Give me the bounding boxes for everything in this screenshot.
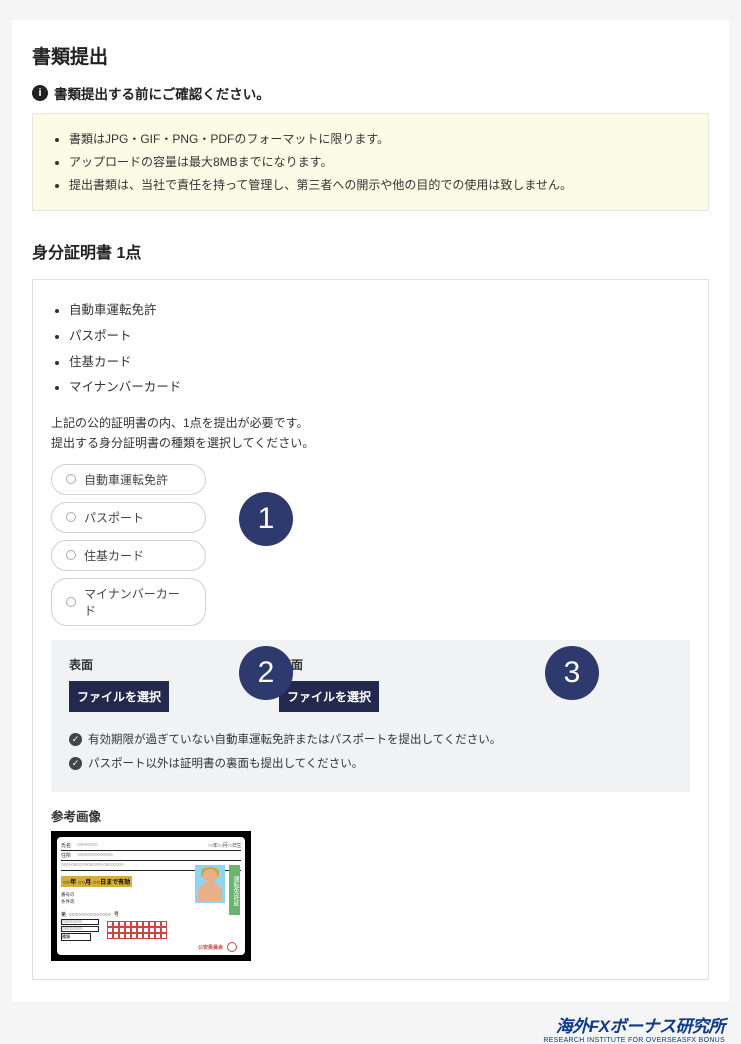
license-grid <box>107 921 177 941</box>
check-notes: ✓ 有効期限が過ぎていない自動車運転免許またはパスポートを提出してください。 ✓… <box>69 728 672 776</box>
info-icon: i <box>32 85 48 101</box>
radio-label: 住基カード <box>84 547 144 564</box>
check-icon: ✓ <box>69 733 82 746</box>
notice-item: 書類はJPG・GIF・PNG・PDFのフォーマットに限ります。 <box>69 128 688 151</box>
radio-icon <box>66 597 76 607</box>
radio-label: マイナンバーカード <box>84 585 191 619</box>
license-stamp-circle <box>227 942 237 952</box>
license-photo <box>195 865 225 903</box>
upload-front-label: 表面 <box>69 656 169 673</box>
notice-box: 書類はJPG・GIF・PNG・PDFのフォーマットに限ります。 アップロードの容… <box>32 113 709 211</box>
license-stamp-text: 公安委員会 <box>198 944 223 951</box>
radio-option-license[interactable]: 自動車運転免許 <box>51 464 206 495</box>
radio-icon <box>66 512 76 522</box>
license-card-sample: 氏名○○○○○○○○○○年○○月○○日生 住所○○○○○○○○○○○○○○ ○○… <box>57 837 245 955</box>
upload-front-col: 表面 ファイルを選択 <box>69 656 169 712</box>
check-icon: ✓ <box>69 757 82 770</box>
license-gold-stripe: ○○年 ○○月 ○○日まで有効 <box>61 876 132 887</box>
id-section-title: 身分証明書 1点 <box>32 239 709 263</box>
upload-box: 表面 ファイルを選択 裏面 ファイルを選択 2 3 ✓ 有効期限が過ぎていない自… <box>51 640 690 792</box>
step-badge-1: 1 <box>239 492 293 546</box>
brand-main: 海外FXボーナス研究所 <box>12 1012 725 1037</box>
reference-image: 氏名○○○○○○○○○○年○○月○○日生 住所○○○○○○○○○○○○○○ ○○… <box>51 831 251 961</box>
main-card: 書類提出 i 書類提出する前にご確認ください。 書類はJPG・GIF・PNG・P… <box>12 20 729 1002</box>
upload-back-col: 裏面 ファイルを選択 <box>279 656 379 712</box>
id-type-item: 住基カード <box>69 350 690 376</box>
notice-item: アップロードの容量は最大8MBまでになります。 <box>69 151 688 174</box>
notice-list: 書類はJPG・GIF・PNG・PDFのフォーマットに限ります。 アップロードの容… <box>53 128 688 196</box>
radio-label: 自動車運転免許 <box>84 471 168 488</box>
brand-sub: RESEARCH INSTITUTE FOR OVERSEASFX BONUS <box>12 1037 725 1044</box>
radio-option-mynumber[interactable]: マイナンバーカード <box>51 578 206 626</box>
step-badge-3: 3 <box>545 646 599 700</box>
footer-brand: 海外FXボーナス研究所 RESEARCH INSTITUTE FOR OVERS… <box>12 1012 729 1044</box>
notice-item: 提出書類は、当社で責任を持って管理し、第三者への開示や他の目的での使用は致しませ… <box>69 174 688 197</box>
license-side-label: 運転免許証 <box>229 865 240 915</box>
confirm-text: 書類提出する前にご確認ください。 <box>54 83 270 103</box>
confirm-heading: i 書類提出する前にご確認ください。 <box>32 83 709 103</box>
file-select-front-button[interactable]: ファイルを選択 <box>69 681 169 712</box>
radio-option-passport[interactable]: パスポート <box>51 502 206 533</box>
radio-icon <box>66 474 76 484</box>
page-title: 書類提出 <box>32 42 709 69</box>
radio-icon <box>66 550 76 560</box>
check-note-text: パスポート以外は証明書の裏面も提出してください。 <box>88 752 363 776</box>
id-type-item: 自動車運転免許 <box>69 298 690 324</box>
id-type-item: パスポート <box>69 324 690 350</box>
file-select-back-button[interactable]: ファイルを選択 <box>279 681 379 712</box>
reference-image-title: 参考画像 <box>51 806 690 825</box>
id-type-item: マイナンバーカード <box>69 375 690 401</box>
id-note: 上記の公的証明書の内、1点を提出が必要です。 提出する身分証明書の種類を選択して… <box>51 413 690 454</box>
id-type-list: 自動車運転免許 パスポート 住基カード マイナンバーカード <box>51 298 690 401</box>
radio-area: 自動車運転免許 パスポート 住基カード マイナンバーカード 1 <box>51 464 690 626</box>
id-section: 自動車運転免許 パスポート 住基カード マイナンバーカード 上記の公的証明書の内… <box>32 279 709 980</box>
radio-label: パスポート <box>84 509 144 526</box>
step-badge-2: 2 <box>239 646 293 700</box>
check-note-text: 有効期限が過ぎていない自動車運転免許またはパスポートを提出してください。 <box>88 728 501 752</box>
upload-back-label: 裏面 <box>279 656 379 673</box>
radio-option-juki[interactable]: 住基カード <box>51 540 206 571</box>
